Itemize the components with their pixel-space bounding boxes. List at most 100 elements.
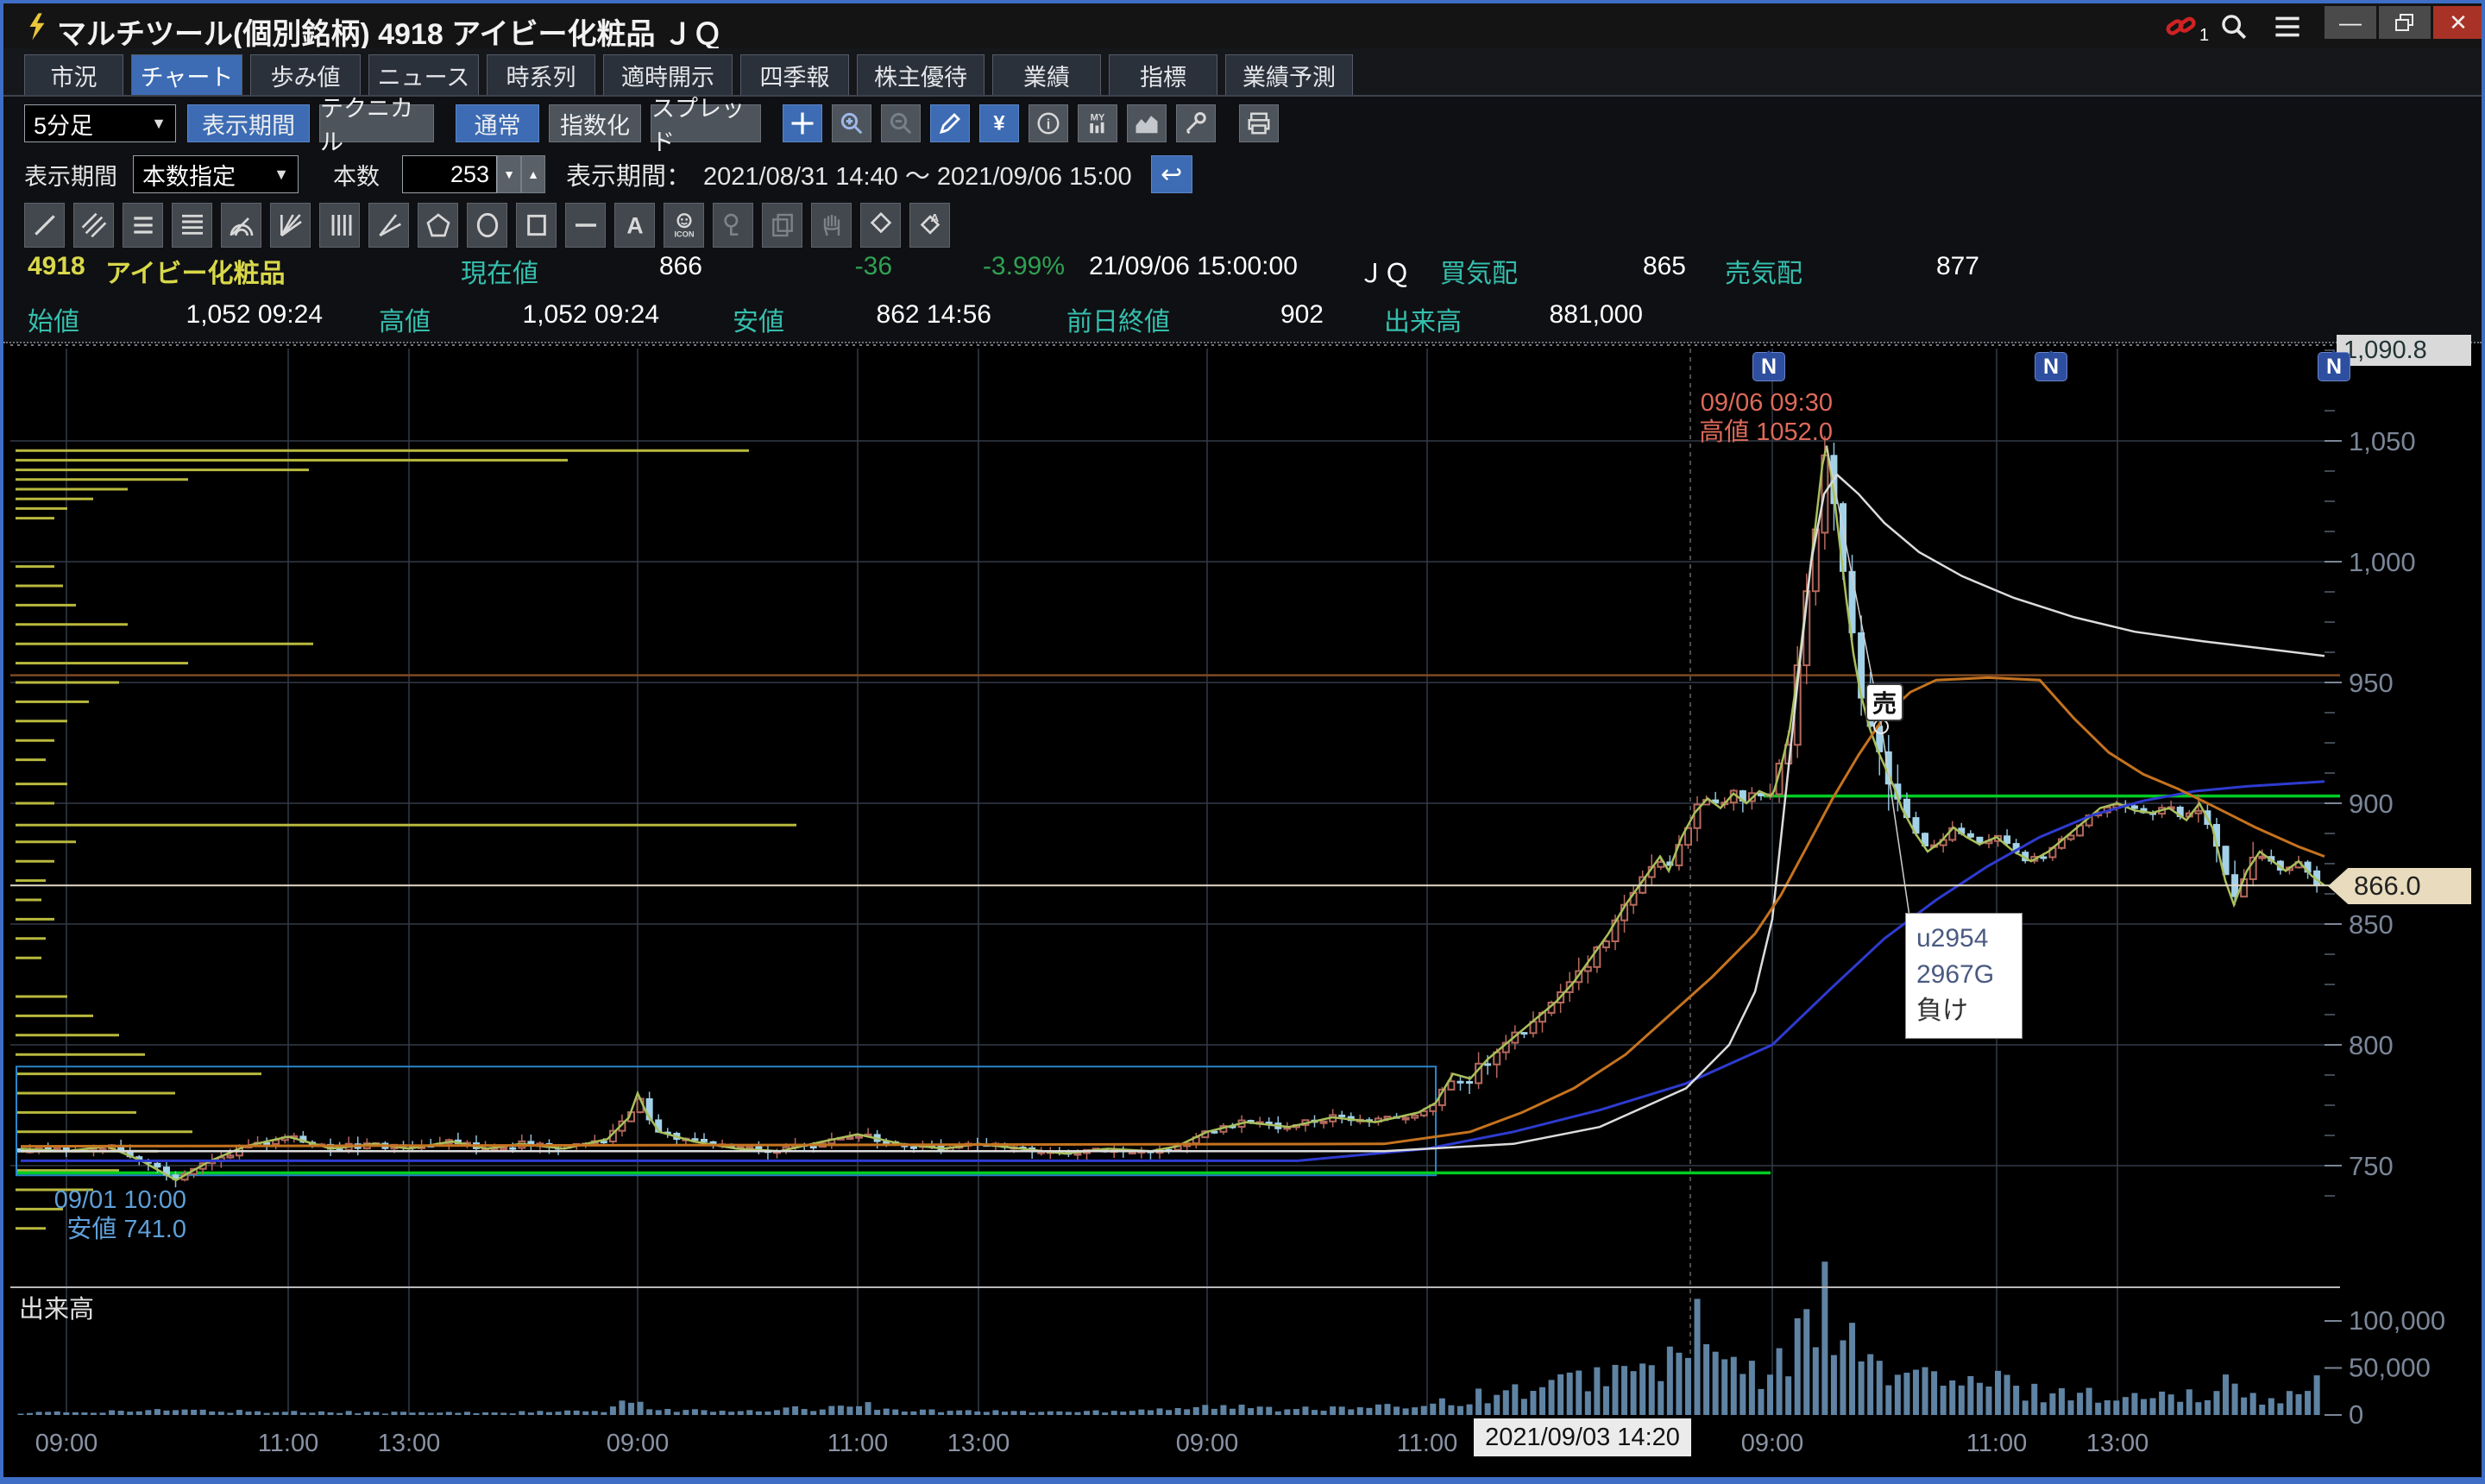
parallel-lines-tool-button[interactable] [73,203,114,248]
window-title: マルチツール(個別銘柄) 4918 アイビー化粧品 ＪＱ [57,10,722,53]
current-value: 866 [607,252,702,281]
ellipse-tool-button[interactable] [467,203,507,248]
tab-7[interactable]: 四季報 [740,54,849,95]
candlestick-series [18,436,2320,1187]
toolbar-button-2[interactable]: テクニカル [319,104,434,142]
svg-text:0: 0 [2349,1399,2363,1430]
copy-tool-button[interactable] [762,203,802,248]
count-label: 本数 [333,158,380,192]
tab-11[interactable]: 業績予測 [1225,54,1353,95]
search-icon[interactable] [2219,12,2249,41]
tab-1[interactable]: 市況 [24,54,123,95]
peak-price: 高値 1052.0 [1681,418,1833,447]
trend-line-tool-button[interactable] [24,203,65,248]
toolbar-button-3[interactable]: 通常 [456,104,539,142]
horizontal-lines4-tool-button[interactable] [172,203,212,248]
ask-label: 売気配 [1725,252,1802,290]
toolbar-button-1[interactable]: 表示期間 [187,104,310,142]
info-button[interactable]: i [1029,104,1068,142]
eraser-tool-button[interactable] [860,203,901,248]
restore-icon [2394,13,2415,32]
icon-stamp-tool-icon: ICON [670,211,698,239]
sell-trade-marker[interactable]: 売 [1865,683,1903,721]
time-axis: 09:0011:0013:0009:0011:0013:0009:0011:00… [35,1430,2149,1457]
zoom-in-button[interactable] [832,104,871,142]
low-label: 安値 [733,300,784,338]
current-label: 現在値 [461,252,538,290]
tab-10[interactable]: 指標 [1109,54,1217,95]
reload-button[interactable]: ↩ [1151,155,1192,193]
zoom-out-button[interactable] [881,104,921,142]
ma-short-line [21,446,2325,1180]
news-marker[interactable]: N [2318,352,2350,381]
svg-text:13:00: 13:00 [2086,1430,2149,1457]
restore-button[interactable] [2379,6,2431,39]
tab-2[interactable]: チャート [131,54,242,95]
minimize-button[interactable]: — [2325,6,2376,39]
volume-label: 出来高 [1384,300,1462,338]
text-tool-button[interactable]: A [614,203,655,248]
news-marker[interactable]: N [2035,352,2067,381]
speed-lines-tool-button[interactable] [368,203,409,248]
trade-user: u2954 [1916,921,2022,957]
price-axis: 1,0501,000950900850800750 [2325,350,2416,1196]
count-input[interactable]: 253 [402,155,497,193]
chart-grid [10,349,2325,1415]
svg-text:i: i [1047,116,1051,132]
crosshair-button[interactable] [783,104,822,142]
price-profile-lines [16,450,796,1229]
toolbar-button-5[interactable]: スプレッド [651,104,761,142]
news-marker[interactable]: N [1752,352,1785,381]
interval-select[interactable]: 5分足 ▼ [24,104,176,142]
period-mode-value: 本数指定 [142,158,236,192]
svg-text:1,050: 1,050 [2349,426,2416,456]
tab-3[interactable]: 歩み値 [250,54,361,95]
link-icon[interactable] [2165,12,2201,41]
svg-text:A: A [930,211,939,224]
quote-row-2: 始値 1,052 09:24 高値 1,052 09:24 安値 862 14:… [3,300,2482,342]
title-bar: マルチツール(個別銘柄) 4918 アイビー化粧品 ＪＱ 1 — ✕ [3,3,2482,48]
icon-stamp-tool-button[interactable]: ICON [664,203,704,248]
vertical-lines-tool-button[interactable] [319,203,360,248]
market-name: ＪＱ [1358,252,1410,290]
rectangle-tool-button[interactable] [516,203,557,248]
high-label: 高値 [379,300,431,338]
area-chart-icon [1134,110,1160,136]
tab-6[interactable]: 適時開示 [603,54,733,95]
tab-5[interactable]: 時系列 [487,54,595,95]
period-mode-select[interactable]: 本数指定 ▼ [133,155,299,193]
tab-8[interactable]: 株主優待 [857,54,985,95]
count-decrement-button[interactable]: ▼ [497,155,521,193]
yen-button[interactable]: ¥ [979,104,1019,142]
my-indicator-icon: MY [1085,110,1110,136]
low-value: 862 14:56 [827,300,991,330]
drawn-rectangle[interactable] [16,1066,1436,1175]
change-percent: -3.99% [944,252,1065,281]
area-chart-button[interactable] [1127,104,1167,142]
stock-code: 4918 [28,252,85,281]
hand-tool-button[interactable] [811,203,852,248]
tab-9[interactable]: 業績 [992,54,1101,95]
pencil-button[interactable] [930,104,970,142]
pencil-icon [937,110,963,136]
menu-icon[interactable] [2273,14,2302,40]
pin-tool-button[interactable] [713,203,753,248]
eraser-all-tool-button[interactable]: A [909,203,950,248]
pentagon-tool-button[interactable] [418,203,458,248]
printer-button[interactable] [1239,104,1279,142]
my-indicator-button[interactable]: MY [1078,104,1117,142]
toolbar-button-4[interactable]: 指数化 [549,104,641,142]
tab-4[interactable]: ニュース [368,54,479,95]
fibonacci-fan-tool-button[interactable] [270,203,311,248]
chart-canvas[interactable]: 1,0501,000950900850800750100,00050,00000… [3,343,2482,1477]
fibonacci-arcs-tool-button[interactable] [221,203,261,248]
horizontal-lines3-tool-button[interactable] [123,203,163,248]
wrench-button[interactable] [1176,104,1216,142]
horizontal-segment-tool-icon [572,211,600,239]
app-pin-icon [22,12,52,41]
count-increment-button[interactable]: ▲ [521,155,545,193]
close-button[interactable]: ✕ [2433,6,2483,39]
pin-tool-icon [720,211,747,239]
horizontal-segment-tool-button[interactable] [565,203,606,248]
svg-text:100,000: 100,000 [2349,1305,2445,1336]
